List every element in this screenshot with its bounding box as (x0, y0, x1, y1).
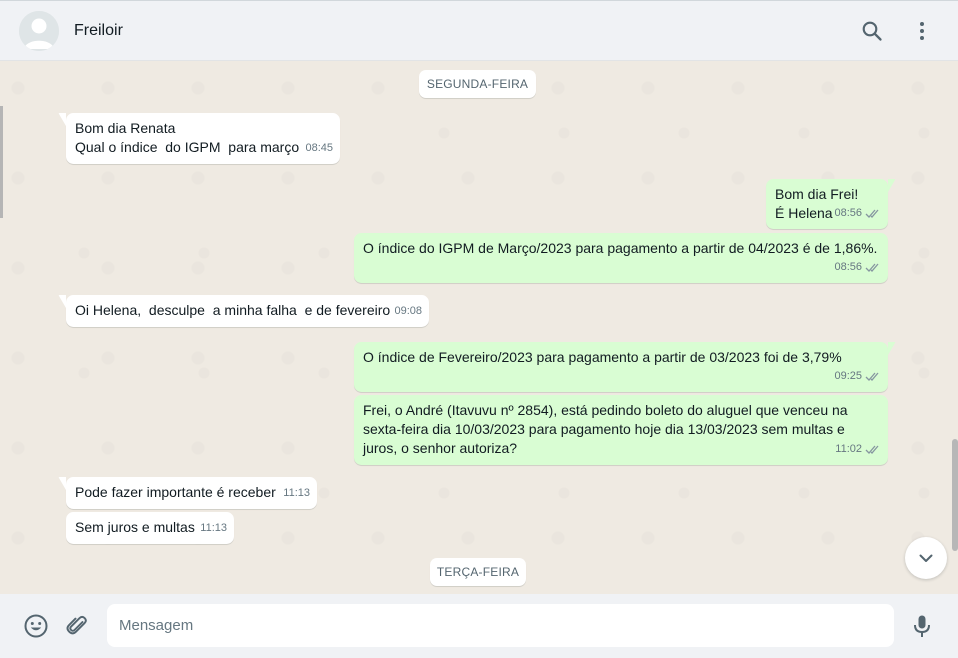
message-text: Oi Helena, desculpe a minha falha e de f… (75, 302, 391, 318)
message-text: Frei, o André (Itavuvu nº 2854), está pe… (363, 402, 848, 456)
bubble-tail (58, 113, 66, 126)
message-outgoing[interactable]: Bom dia Frei! É Helena 08:56 (766, 179, 896, 229)
message-time: 08:56 (834, 261, 862, 273)
message-outgoing[interactable]: Frei, o André (Itavuvu nº 2854), está pe… (354, 395, 888, 465)
contact-name[interactable]: Freiloir (74, 22, 123, 40)
message-time: 08:45 (305, 142, 333, 154)
message-text: O índice do IGPM de Março/2023 para paga… (363, 240, 878, 256)
message-incoming[interactable]: Bom dia Renata Qual o índice do IGPM par… (58, 113, 340, 164)
message-outgoing[interactable]: O índice do IGPM de Março/2023 para paga… (354, 233, 888, 283)
scroll-to-bottom-button[interactable] (905, 537, 947, 579)
message-text: Pode fazer importante é receber (75, 484, 276, 500)
voice-message-button[interactable] (909, 613, 935, 639)
attach-icon (66, 615, 87, 635)
search-button[interactable] (860, 19, 884, 43)
message-incoming[interactable]: Pode fazer importante é receber 11:13 (58, 477, 317, 509)
menu-button[interactable] (910, 19, 934, 43)
contact-avatar[interactable] (19, 11, 59, 51)
emoji-button[interactable] (23, 613, 49, 639)
double-check-icon (865, 263, 879, 272)
message-time: 11:13 (283, 487, 310, 499)
message-text: O índice de Fevereiro/2023 para pagament… (363, 349, 842, 365)
chat-header: Freiloir (0, 0, 958, 61)
message-time: 09:25 (834, 370, 862, 382)
double-check-icon (865, 209, 879, 218)
message-list[interactable]: SEGUNDA-FEIRA Bom dia Renata Qual o índi… (0, 61, 958, 594)
composer-bar (0, 594, 958, 658)
chevron-down-icon (919, 554, 933, 562)
day-separator: SEGUNDA-FEIRA (419, 70, 536, 98)
side-indicator (0, 106, 3, 218)
bubble-tail (58, 477, 66, 490)
bubble-tail (888, 342, 896, 355)
message-time: 08:56 (834, 207, 862, 219)
double-check-icon (865, 372, 879, 381)
mic-icon (914, 615, 930, 637)
day-separator: TERÇA-FEIRA (430, 558, 526, 586)
message-outgoing[interactable]: O índice de Fevereiro/2023 para pagament… (354, 342, 896, 392)
bubble-tail (58, 295, 66, 308)
message-time: 09:08 (394, 305, 422, 317)
message-time: 11:13 (200, 522, 227, 534)
message-time: 11:02 (835, 443, 862, 455)
message-incoming[interactable]: Sem juros e multas 11:13 (66, 512, 234, 544)
emoji-icon (24, 614, 48, 638)
search-icon (862, 21, 882, 41)
double-check-icon (865, 445, 879, 454)
bubble-tail (888, 179, 896, 192)
message-input[interactable] (107, 604, 894, 647)
attach-button[interactable] (64, 613, 90, 639)
message-text: Bom dia Renata Qual o índice do IGPM par… (75, 120, 300, 155)
avatar-placeholder-icon (19, 11, 59, 51)
scrollbar-thumb[interactable] (952, 439, 958, 551)
menu-dots-icon (920, 22, 924, 40)
message-incoming[interactable]: Oi Helena, desculpe a minha falha e de f… (58, 295, 429, 327)
